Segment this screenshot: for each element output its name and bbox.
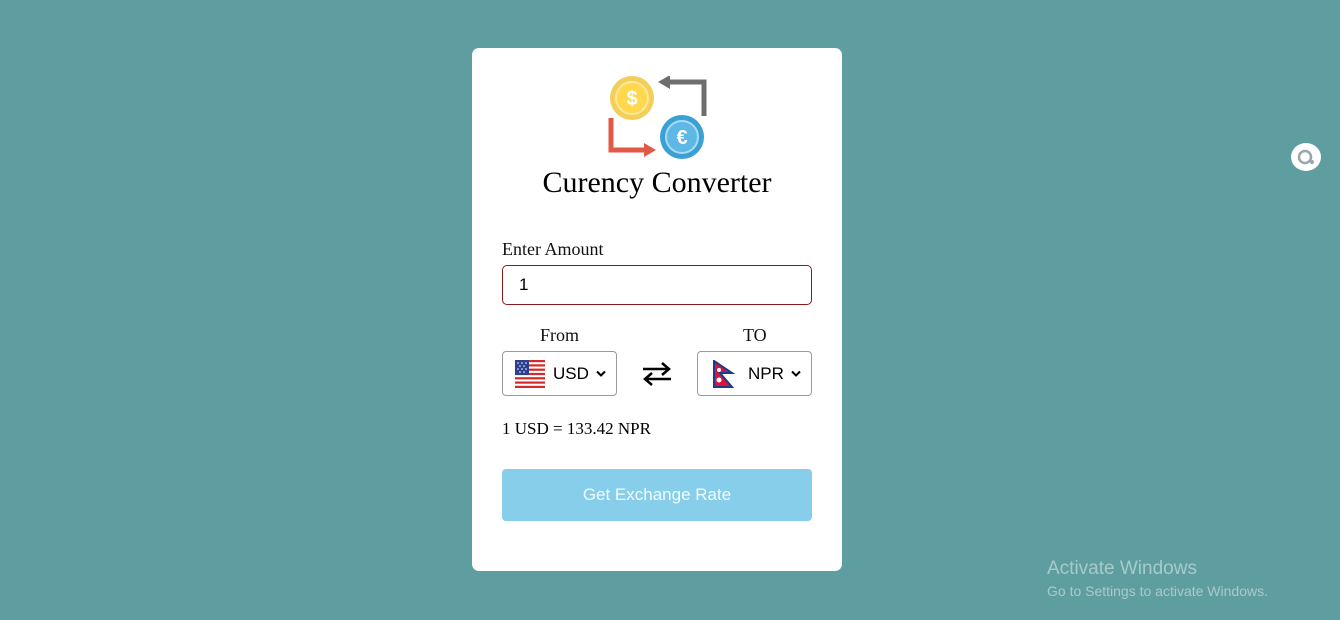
us-flag-icon [515, 359, 545, 388]
svg-text:€: € [676, 127, 687, 149]
amount-label: Enter Amount [502, 239, 604, 259]
from-currency-value: USD [553, 363, 589, 383]
converter-card: $ € Curency Converter Enter Amount From … [472, 48, 842, 571]
exchange-rate-text: 1 USD = 133.42 NPR [502, 419, 651, 438]
to-currency-select[interactable]: NPR [697, 351, 812, 396]
amount-input[interactable] [502, 265, 812, 305]
watermark-subtitle: Go to Settings to activate Windows. [1047, 583, 1268, 599]
nepal-flag-icon [713, 359, 736, 388]
currency-exchange-icon: $ € [608, 76, 707, 159]
to-currency-value: NPR [748, 363, 784, 383]
to-label: TO [743, 325, 767, 345]
swap-arrows-icon[interactable] [640, 360, 674, 388]
windows-activation-watermark: Activate Windows Go to Settings to activ… [1047, 558, 1268, 599]
chevron-down-icon [596, 370, 606, 377]
get-exchange-rate-button[interactable]: Get Exchange Rate [502, 469, 812, 521]
app-title: Curency Converter [542, 166, 772, 199]
extension-icon[interactable] [1291, 143, 1321, 171]
watermark-title: Activate Windows [1047, 558, 1197, 579]
chevron-down-icon [791, 370, 801, 377]
from-currency-select[interactable]: USD [502, 351, 617, 396]
svg-text:$: $ [626, 88, 637, 110]
from-label: From [540, 325, 580, 345]
